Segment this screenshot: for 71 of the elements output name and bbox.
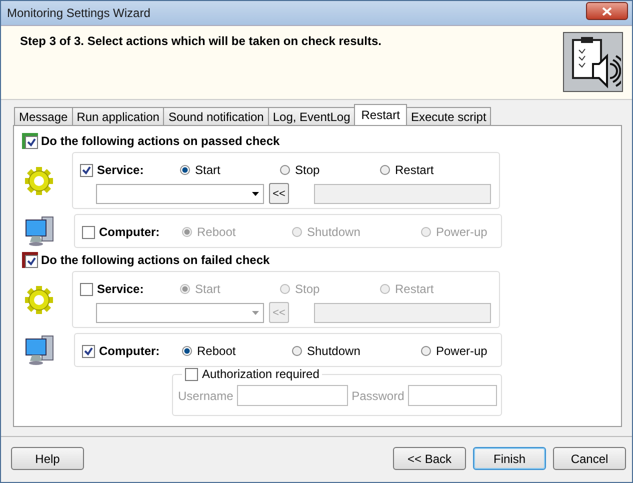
gear-icon — [24, 166, 54, 196]
username-field[interactable] — [237, 385, 348, 406]
username-label: Username — [178, 388, 234, 402]
radio-button[interactable] — [292, 346, 302, 356]
radio-label: Stop — [295, 163, 320, 177]
tab[interactable]: Run application — [72, 107, 164, 125]
close-icon — [602, 6, 612, 16]
service-field[interactable] — [314, 184, 491, 204]
service-dropdown[interactable] — [96, 302, 264, 322]
checkbox[interactable] — [185, 368, 198, 380]
radio-label: Stop — [295, 282, 320, 296]
dropdown-arrow-icon — [252, 310, 259, 314]
service-dropdown[interactable] — [96, 184, 264, 204]
radio-label: Start — [195, 163, 220, 177]
service-label: Service: — [97, 282, 144, 296]
radio-label: Restart — [395, 163, 434, 177]
authorization-label: Authorization required — [202, 367, 320, 381]
check-icon — [84, 346, 93, 356]
check-icon — [27, 257, 36, 266]
password-label: Password — [352, 388, 404, 402]
dialog-button[interactable]: Cancel — [553, 447, 626, 470]
checkbox[interactable] — [80, 164, 93, 176]
radio-button[interactable] — [421, 346, 431, 356]
checkbox[interactable] — [82, 226, 95, 238]
radio-label: Shutdown — [307, 225, 360, 239]
tab[interactable]: Restart — [354, 104, 407, 125]
radio-button[interactable] — [280, 284, 290, 294]
window-title: Monitoring Settings Wizard — [7, 6, 150, 20]
computer-icon — [24, 334, 56, 366]
radio-button[interactable] — [421, 227, 431, 237]
radio-label: Reboot — [197, 225, 236, 239]
radio-button[interactable] — [280, 165, 290, 175]
radio-label: Start — [195, 282, 220, 296]
password-field[interactable] — [408, 385, 497, 406]
service-label: Service: — [97, 163, 144, 177]
section-label: Do the following actions on failed check — [41, 253, 270, 267]
radio-label: Power-up — [436, 344, 488, 358]
radio-label: Shutdown — [307, 344, 360, 358]
radio-button[interactable] — [380, 284, 390, 294]
checkbox[interactable] — [25, 136, 38, 149]
radio-button[interactable] — [182, 227, 192, 237]
radio-button[interactable] — [180, 284, 190, 294]
close-button[interactable] — [586, 2, 628, 20]
check-icon — [82, 166, 91, 174]
dialog-button[interactable]: Help — [11, 447, 84, 470]
check-icon — [27, 138, 36, 147]
tab[interactable]: Execute script — [406, 107, 492, 125]
dropdown-arrow-icon — [252, 192, 259, 196]
tab[interactable]: Message — [14, 107, 73, 125]
radio-button[interactable] — [182, 346, 192, 356]
section-label: Do the following actions on passed check — [41, 134, 280, 148]
radio-button[interactable] — [380, 165, 390, 175]
computer-label: Computer: — [99, 344, 160, 358]
radio-label: Reboot — [197, 344, 236, 358]
dialog-button[interactable]: Finish — [473, 447, 546, 470]
checkbox[interactable] — [80, 282, 93, 296]
radio-button[interactable] — [292, 227, 302, 237]
gear-icon — [24, 284, 54, 314]
pick-button[interactable]: << — [269, 183, 289, 204]
radio-label: Power-up — [436, 225, 488, 239]
radio-label: Restart — [395, 282, 434, 296]
tab[interactable]: Log, EventLog — [268, 107, 356, 125]
radio-button[interactable] — [180, 165, 190, 175]
dialog-button[interactable]: << Back — [393, 447, 466, 470]
computer-icon — [24, 215, 56, 247]
computer-label: Computer: — [99, 225, 160, 239]
step-text: Step 3 of 3. Select actions which will be taken on check results. — [20, 34, 382, 50]
service-field[interactable] — [314, 302, 491, 322]
checkbox[interactable] — [25, 255, 38, 268]
tab[interactable]: Sound notification — [163, 107, 269, 125]
checkbox[interactable] — [82, 344, 95, 358]
